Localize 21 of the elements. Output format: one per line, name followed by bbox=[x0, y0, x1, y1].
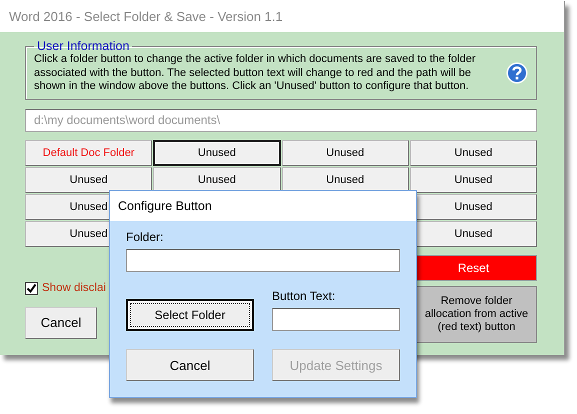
folder-button[interactable]: Unused bbox=[282, 166, 409, 192]
info-text: Click a folder button to change the active folder in which documents are saved to the folder associated with the button. The selected button text will change to red and the path will be shown in the window above the buttons. Click an 'Unused' button to configure that button. bbox=[34, 53, 476, 94]
cancel-button[interactable]: Cancel bbox=[25, 306, 97, 338]
cancel-button[interactable]: Cancel bbox=[126, 349, 254, 381]
checkbox[interactable] bbox=[25, 282, 38, 294]
folder-button[interactable]: Unused bbox=[282, 140, 409, 166]
folder-button[interactable]: Unused bbox=[410, 140, 537, 166]
folder-button[interactable]: Unused bbox=[153, 166, 280, 192]
field-label: Button Text: bbox=[272, 289, 336, 303]
group-title: User Information bbox=[36, 40, 130, 53]
window-title: Word 2016 - Select Folder & Save - Version 1.1 bbox=[0, 1, 564, 32]
checkbox-label: Show disclai bbox=[42, 282, 106, 294]
button-text-field[interactable] bbox=[272, 308, 400, 331]
help-icon[interactable] bbox=[506, 62, 528, 84]
select-folder-button[interactable]: Select Folder bbox=[126, 299, 254, 331]
folder-field[interactable] bbox=[126, 249, 400, 272]
folder-button[interactable]: Default Doc Folder bbox=[25, 140, 152, 166]
folder-button[interactable]: Unused bbox=[153, 140, 280, 166]
folder-button[interactable]: Unused bbox=[25, 166, 152, 192]
folder-button[interactable]: Unused bbox=[410, 166, 537, 192]
dialog-title: Configure Button bbox=[110, 191, 416, 221]
